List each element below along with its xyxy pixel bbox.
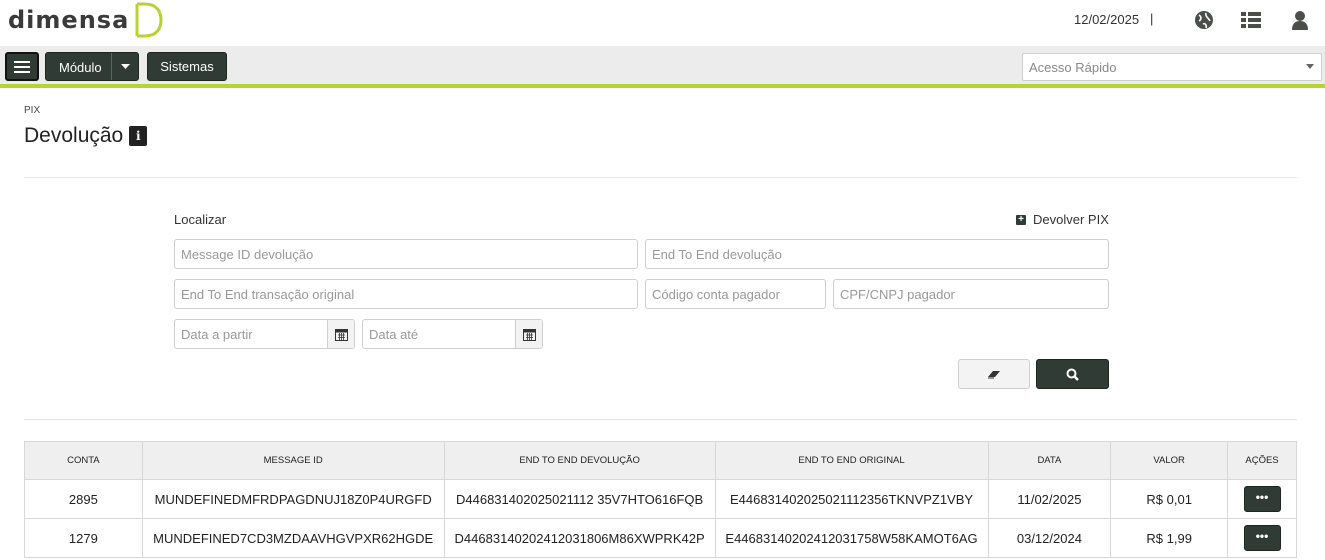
top-header: dimensa 12/02/2025 | (0, 0, 1325, 46)
cell-conta: 2895 (24, 479, 143, 519)
results-table: CONTA MESSAGE ID END TO END DEVOLUÇÃO EN… (24, 441, 1297, 558)
page-title-row: Devolução i (24, 124, 148, 148)
list-icon[interactable] (1240, 9, 1262, 31)
cell-valor: R$ 1,99 (1110, 518, 1229, 558)
column-header-acoes: AÇÕES (1227, 441, 1297, 480)
column-header-valor[interactable]: VALOR (1110, 441, 1229, 480)
cell-end-to-end-devolucao: D446831402025021112 35V7HTO616FQB (443, 479, 716, 519)
dropdown-arrow-icon (1306, 64, 1314, 69)
cell-data: 03/12/2024 (987, 518, 1112, 558)
filter-heading: Localizar (174, 212, 227, 227)
end-to-end-devolucao-input[interactable]: End To End devolução (645, 239, 1109, 269)
clear-button[interactable] (958, 359, 1030, 389)
chevron-down-icon (120, 64, 130, 69)
quick-access-placeholder: Acesso Rápido (1029, 60, 1117, 75)
cell-end-to-end-original: E44683140202412031758W58KAMOT6AG (714, 518, 989, 558)
divider (24, 177, 1297, 178)
row-actions-button[interactable]: ••• (1243, 486, 1281, 512)
date-separator: | (1150, 11, 1154, 26)
cell-acoes: ••• (1227, 518, 1297, 558)
cell-message-id: MUNDEFINEDMFRDPAGDNUJ18Z0P4URGFD (141, 479, 445, 519)
menu-button[interactable] (5, 52, 39, 81)
column-header-conta[interactable]: CONTA (24, 441, 143, 480)
info-icon[interactable]: i (129, 126, 148, 146)
calendar-icon (522, 328, 536, 341)
devolver-pix-link[interactable]: + Devolver PIX (1016, 212, 1109, 227)
calendar-button[interactable] (515, 320, 542, 348)
cell-message-id: MUNDEFINED7CD3MZDAAVHGVPXR62HGDE (141, 518, 445, 558)
dimensa-logo: dimensa (8, 0, 163, 40)
calendar-icon (334, 328, 348, 341)
row-actions-button[interactable]: ••• (1243, 525, 1281, 551)
modulo-label: Módulo (59, 60, 102, 75)
sistemas-button[interactable]: Sistemas (147, 52, 227, 81)
devolver-pix-label: Devolver PIX (1033, 212, 1109, 227)
cell-acoes: ••• (1227, 479, 1297, 519)
table-header-row: CONTA MESSAGE ID END TO END DEVOLUÇÃO EN… (24, 441, 1297, 480)
plus-icon: + (1016, 214, 1026, 225)
main-toolbar: Módulo Sistemas Acesso Rápido (0, 46, 1325, 88)
message-id-input[interactable]: Message ID devolução (174, 239, 638, 269)
breadcrumb[interactable]: PIX (24, 105, 40, 116)
globe-icon[interactable] (1193, 9, 1215, 31)
column-header-end-to-end-original[interactable]: END TO END ORIGINAL (714, 441, 989, 480)
divider (24, 419, 1297, 420)
logo-d-mark-icon (135, 2, 163, 38)
data-a-partir-input[interactable]: Data a partir (174, 319, 355, 349)
data-ate-input[interactable]: Data até (362, 319, 543, 349)
codigo-conta-input[interactable]: Código conta pagador (645, 279, 826, 309)
data-ate-placeholder: Data até (369, 327, 419, 342)
table-row[interactable]: 2895 MUNDEFINEDMFRDPAGDNUJ18Z0P4URGFD D4… (24, 479, 1297, 519)
column-header-data[interactable]: DATA (987, 441, 1112, 480)
logo-text: dimensa (8, 6, 130, 34)
table-row[interactable]: 1279 MUNDEFINED7CD3MZDAAVHGVPXR62HGDE D4… (24, 518, 1297, 558)
column-header-end-to-end-devolucao[interactable]: END TO END DEVOLUÇÃO (443, 441, 716, 480)
cell-data: 11/02/2025 (987, 479, 1112, 519)
cell-conta: 1279 (24, 518, 143, 558)
search-button[interactable] (1036, 359, 1109, 389)
cpf-cnpj-input[interactable]: CPF/CNPJ pagador (833, 279, 1109, 309)
calendar-button[interactable] (327, 320, 354, 348)
modulo-dropdown-button[interactable]: Módulo (45, 52, 139, 81)
page-title: Devolução (24, 124, 124, 147)
column-header-message-id[interactable]: MESSAGE ID (141, 441, 445, 480)
modulo-caret[interactable] (111, 53, 138, 80)
quick-access-select[interactable]: Acesso Rápido (1022, 53, 1322, 81)
cell-end-to-end-devolucao: D44683140202412031806M86XWPRK42P (443, 518, 716, 558)
hamburger-icon (14, 60, 30, 73)
cell-valor: R$ 0,01 (1110, 479, 1229, 519)
current-date: 12/02/2025 (1074, 12, 1140, 27)
search-icon (1066, 368, 1079, 381)
cell-end-to-end-original: E446831402025021112356TKNVPZ1VBY (714, 479, 989, 519)
data-a-partir-placeholder: Data a partir (181, 327, 253, 342)
user-icon[interactable] (1289, 9, 1311, 31)
eraser-icon (988, 371, 1000, 379)
end-to-end-original-input[interactable]: End To End transação original (174, 279, 638, 309)
